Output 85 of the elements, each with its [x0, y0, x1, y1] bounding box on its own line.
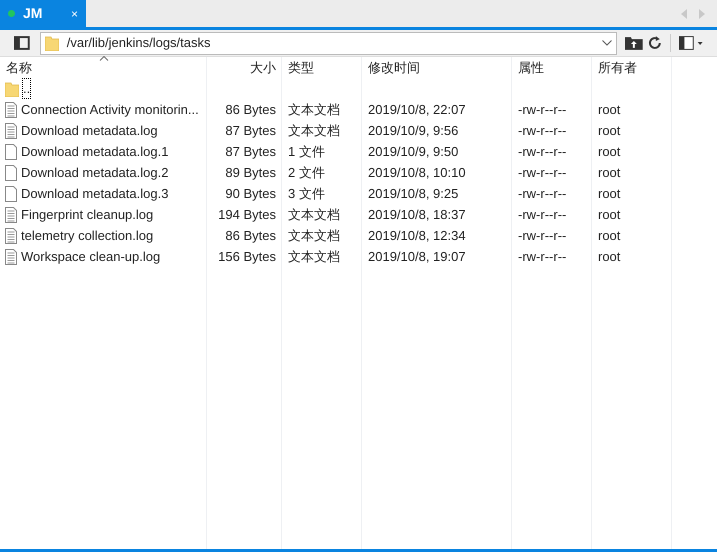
tab[interactable]: JM ×	[0, 0, 86, 27]
table-cell-text: 文本文档	[287, 248, 341, 266]
table-cell-text: 2 文件	[287, 164, 326, 182]
sidebar-toggle-icon[interactable]	[14, 36, 30, 50]
file-name: Download metadata.log.2	[21, 164, 168, 182]
column-header[interactable]: 属性	[512, 57, 592, 78]
text-file-icon	[5, 248, 17, 264]
table-cell-text: root	[597, 100, 622, 119]
column-header[interactable]: 名称	[0, 57, 207, 78]
table-cell-text: 文本文档	[287, 226, 341, 245]
layout-icon[interactable]	[679, 36, 704, 50]
address-field[interactable]: /var/lib/jenkins/logs/tasks	[40, 32, 617, 54]
table-cell-text: 2019/10/8, 22:07	[367, 100, 467, 119]
table-cell-text: -rw-r--r--	[517, 122, 568, 140]
table-cell-text: 87 Bytes	[224, 142, 277, 161]
file-name: Fingerprint cleanup.log	[21, 206, 154, 224]
table-cell-text: root	[597, 142, 622, 161]
table-cell-text: root	[597, 248, 622, 266]
file-name: Download metadata.log	[21, 122, 158, 140]
folder-up-icon[interactable]	[625, 36, 643, 50]
table-cell-text: root	[597, 226, 622, 245]
table-cell-text: 文本文档	[287, 122, 341, 140]
text-file-icon	[5, 102, 17, 118]
table-cell-text: 3 文件	[287, 184, 326, 203]
table-cell[interactable]: Download metadata.log.2	[0, 162, 207, 182]
column-header[interactable]: 所有者	[592, 57, 672, 78]
table-cell-text: -rw-r--r--	[517, 142, 568, 161]
folder-icon	[44, 35, 59, 51]
file-name: Connection Activity monitorin...	[21, 100, 199, 119]
folder-icon	[5, 80, 19, 96]
table-cell-text: -rw-r--r--	[517, 206, 568, 224]
column-header[interactable]: 大小	[207, 57, 282, 78]
table-cell[interactable]: Connection Activity monitorin...	[0, 100, 207, 120]
table-cell-text: 90 Bytes	[224, 184, 277, 203]
table-cell-text: root	[597, 164, 622, 182]
table-cell-text: 89 Bytes	[224, 164, 277, 182]
table-cell-text: -rw-r--r--	[517, 184, 568, 203]
text-file-icon	[5, 206, 17, 222]
table-cell[interactable]: Workspace clean-up.log	[0, 246, 207, 266]
table-cell-text: 2019/10/8, 9:25	[367, 184, 460, 203]
table-cell-text: 文本文档	[287, 100, 341, 119]
table-cell[interactable]: ..	[0, 78, 207, 98]
table-cell[interactable]: Fingerprint cleanup.log	[0, 204, 207, 224]
file-icon	[5, 164, 17, 180]
table-cell-text: 2019/10/8, 10:10	[367, 164, 467, 182]
table-cell-text: root	[597, 184, 622, 203]
column-header[interactable]: 修改时间	[362, 57, 512, 78]
table-cell[interactable]: Download metadata.log.1	[0, 142, 207, 162]
table-cell-text: 87 Bytes	[224, 122, 277, 140]
table-cell-text: 1 文件	[287, 142, 326, 161]
dropdown-icon[interactable]	[602, 40, 612, 46]
table-cell-text: root	[597, 122, 622, 140]
address-text: /var/lib/jenkins/logs/tasks	[66, 34, 212, 52]
table-cell[interactable]: Download metadata.log.3	[0, 184, 207, 204]
file-name: Workspace clean-up.log	[21, 248, 160, 266]
sort-up-icon	[99, 56, 108, 61]
table-cell-text: -rw-r--r--	[517, 226, 568, 245]
table-cell-text: 2019/10/8, 12:34	[367, 226, 467, 245]
text-file-icon	[5, 122, 17, 138]
table-cell-text: 2019/10/9, 9:50	[367, 142, 460, 161]
text-file-icon	[5, 228, 17, 244]
file-icon	[5, 144, 17, 160]
table-cell-text: root	[597, 206, 622, 224]
file-name: Download metadata.log.3	[21, 184, 168, 203]
table-cell-text: 194 Bytes	[217, 206, 277, 224]
file-icon	[5, 186, 17, 202]
table-cell-text: 86 Bytes	[224, 226, 277, 245]
table-cell[interactable]: telemetry collection.log	[0, 226, 207, 246]
table-cell[interactable]: Download metadata.log	[0, 120, 207, 140]
table-cell-text: 156 Bytes	[217, 248, 277, 266]
column-header[interactable]: 类型	[282, 57, 362, 78]
close-button[interactable]: ×	[70, 4, 78, 22]
table-cell-text: -rw-r--r--	[517, 164, 568, 182]
table-cell-text: 2019/10/8, 18:37	[367, 206, 467, 224]
table-cell-text: 2019/10/9, 9:56	[367, 122, 460, 140]
refresh-icon[interactable]	[646, 35, 662, 51]
table-cell-text: 2019/10/8, 19:07	[367, 248, 467, 266]
file-name: telemetry collection.log	[21, 226, 154, 245]
file-name: Download metadata.log.1	[21, 142, 168, 161]
table-cell-text: 文本文档	[287, 206, 341, 224]
tab-label: JM	[23, 4, 42, 23]
file-name: ..	[23, 78, 30, 98]
table-cell-text: -rw-r--r--	[517, 248, 568, 266]
table-cell-text: 86 Bytes	[224, 100, 277, 119]
table-cell-text: -rw-r--r--	[517, 100, 568, 119]
